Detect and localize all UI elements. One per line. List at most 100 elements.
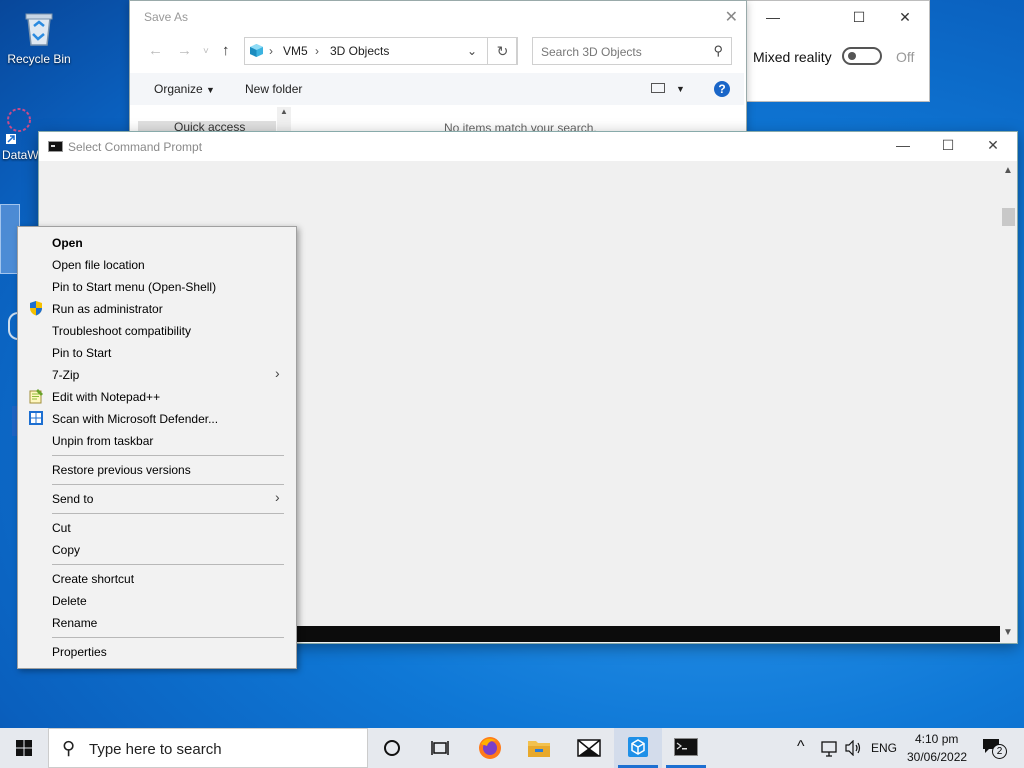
organize-button[interactable]: Organize ▼	[154, 82, 215, 96]
address-bar[interactable]: › VM5 › 3D Objects ⌄	[244, 37, 517, 65]
view-dropdown-icon[interactable]: ▼	[676, 84, 685, 94]
menu-item-open-file-location[interactable]: Open file location	[52, 258, 145, 272]
menu-item-properties[interactable]: Properties	[52, 645, 107, 659]
menu-item-7-zip[interactable]: 7-Zip	[52, 368, 79, 382]
language-indicator[interactable]: ENG	[871, 741, 897, 755]
command-prompt-taskbar-button[interactable]	[662, 728, 710, 768]
menu-separator	[52, 564, 284, 565]
minimize-button[interactable]: —	[889, 137, 917, 153]
network-icon[interactable]	[821, 741, 839, 757]
cortana-icon	[384, 740, 400, 756]
scroll-thumb[interactable]	[1002, 208, 1015, 226]
clock-time[interactable]: 4:10 pm	[915, 732, 958, 746]
notification-count-badge: 2	[992, 744, 1007, 759]
view-options-icon[interactable]	[651, 83, 665, 93]
taskbar: ⚲ Type here to search ^ ENG 4:10 pm 30/0…	[0, 728, 1024, 768]
menu-item-copy[interactable]: Copy	[52, 543, 80, 557]
task-view-button[interactable]	[416, 728, 464, 768]
menu-separator	[52, 484, 284, 485]
menu-item-pin-to-start-menu-open-shell[interactable]: Pin to Start menu (Open-Shell)	[52, 280, 216, 294]
recent-locations-icon[interactable]: ˅	[203, 46, 209, 57]
title-bar[interactable]: Select Command Prompt — ☐ ✕	[39, 132, 1017, 161]
search-placeholder: Type here to search	[89, 741, 222, 758]
nav-scroll-up-icon[interactable]: ▲	[277, 107, 291, 133]
close-button[interactable]: ✕	[979, 137, 1007, 154]
menu-item-cut[interactable]: Cut	[52, 521, 71, 535]
submenu-arrow-icon: ›	[275, 365, 280, 381]
notepad-plus-plus-icon	[28, 388, 44, 404]
cortana-button[interactable]	[368, 728, 416, 768]
command-prompt-icon	[48, 141, 63, 152]
menu-item-create-shortcut[interactable]: Create shortcut	[52, 572, 134, 586]
new-folder-button[interactable]: New folder	[245, 82, 302, 96]
search-placeholder: Search 3D Objects	[541, 45, 642, 59]
menu-item-restore-previous-versions[interactable]: Restore previous versions	[52, 463, 191, 477]
search-input[interactable]: Search 3D Objects ⚲	[532, 37, 732, 65]
breadcrumb-separator: ›	[315, 44, 319, 58]
breadcrumb-separator: ›	[269, 44, 273, 58]
settings-window[interactable]: — ☐ ✕ Mixed reality Off	[745, 0, 930, 102]
toggle-state-label: Off	[896, 49, 915, 65]
refresh-button[interactable]: ↻	[487, 37, 518, 65]
volume-icon[interactable]	[845, 740, 863, 756]
chevron-down-icon[interactable]: ⌄	[467, 44, 477, 58]
3d-viewer-taskbar-button[interactable]	[614, 728, 662, 768]
search-icon: ⚲	[713, 43, 723, 58]
submenu-arrow-icon: ›	[275, 489, 280, 505]
menu-separator	[52, 637, 284, 638]
close-button[interactable]: ✕	[725, 7, 738, 27]
help-icon[interactable]: ?	[714, 81, 730, 97]
desktop-icon-datawrapper[interactable]: DataW	[0, 104, 42, 162]
task-view-icon	[431, 741, 449, 755]
scroll-up-icon[interactable]: ▲	[1003, 165, 1013, 176]
menu-separator	[52, 455, 284, 456]
mixed-reality-toggle[interactable]	[842, 47, 882, 65]
save-as-dialog[interactable]: Save As ✕ ← → ˅ ↑ › VM5 › 3D Objects ⌄ ↻…	[129, 0, 747, 135]
breadcrumb-vm5[interactable]: VM5	[283, 44, 308, 58]
mail-icon	[577, 739, 601, 757]
action-center-button[interactable]: 2	[982, 738, 1007, 759]
breadcrumb-3d-objects[interactable]: 3D Objects	[330, 44, 389, 58]
uac-shield-icon	[28, 300, 44, 316]
context-menu: Open Open file location Pin to Start men…	[17, 226, 297, 669]
menu-item-delete[interactable]: Delete	[52, 594, 87, 608]
vertical-scrollbar[interactable]: ▲ ▼	[1000, 161, 1017, 642]
3d-objects-folder-icon	[249, 43, 264, 58]
menu-item-rename[interactable]: Rename	[52, 616, 97, 630]
dialog-toolbar: Organize ▼ New folder ▼	[130, 73, 744, 105]
start-button[interactable]	[0, 728, 48, 768]
firefox-icon	[479, 737, 501, 759]
window-title: Select Command Prompt	[68, 140, 203, 154]
3d-viewer-icon	[628, 737, 648, 757]
menu-item-send-to[interactable]: Send to	[52, 492, 93, 506]
close-button[interactable]: ✕	[894, 9, 916, 27]
menu-item-edit-with-notepad-plus-plus[interactable]: Edit with Notepad++	[52, 390, 160, 404]
menu-item-open[interactable]: Open	[52, 236, 83, 250]
desktop-icon-recycle-bin[interactable]: Recycle Bin	[2, 8, 76, 66]
desktop-icon-label: DataW	[2, 148, 39, 162]
search-icon: ⚲	[62, 738, 76, 758]
windows-logo-icon	[16, 740, 32, 756]
forward-arrow-icon[interactable]: →	[177, 42, 192, 59]
mail-taskbar-button[interactable]	[565, 728, 613, 768]
desktop-icon-label: Recycle Bin	[7, 52, 71, 66]
menu-item-pin-to-start[interactable]: Pin to Start	[52, 346, 111, 360]
show-hidden-icons-icon[interactable]: ^	[797, 738, 805, 756]
scroll-down-icon[interactable]: ▼	[1003, 627, 1013, 638]
menu-item-unpin-from-taskbar[interactable]: Unpin from taskbar	[52, 434, 153, 448]
firefox-taskbar-button[interactable]	[466, 728, 514, 768]
maximize-button[interactable]: ☐	[848, 9, 870, 27]
back-arrow-icon[interactable]: ←	[148, 42, 163, 59]
clock-date[interactable]: 30/06/2022	[907, 750, 967, 764]
menu-item-scan-with-defender[interactable]: Scan with Microsoft Defender...	[52, 412, 218, 426]
taskbar-search-box[interactable]: ⚲ Type here to search	[48, 728, 368, 768]
defender-icon	[28, 410, 44, 426]
menu-item-run-as-administrator[interactable]: Run as administrator	[52, 302, 163, 316]
menu-item-troubleshoot-compatibility[interactable]: Troubleshoot compatibility	[52, 324, 191, 338]
minimize-button[interactable]: —	[762, 9, 784, 27]
file-explorer-taskbar-button[interactable]	[515, 728, 563, 768]
refresh-icon: ↻	[496, 43, 509, 59]
maximize-button[interactable]: ☐	[934, 137, 962, 154]
up-arrow-icon[interactable]: ↑	[222, 42, 230, 59]
mixed-reality-label: Mixed reality	[753, 49, 832, 65]
